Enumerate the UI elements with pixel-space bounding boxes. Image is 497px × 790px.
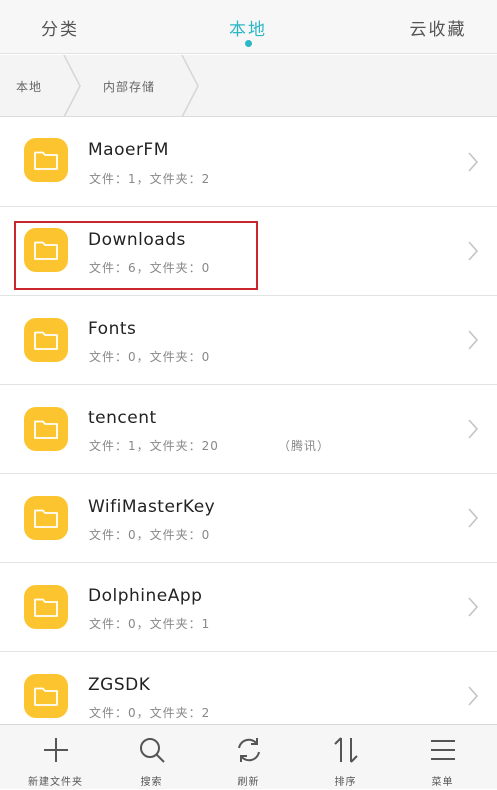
menu-button[interactable]: 菜单: [393, 725, 492, 790]
folder-meta: 文件：0，文件夹：1: [89, 617, 211, 631]
sort-icon: [334, 737, 358, 763]
folder-row[interactable]: Downloads 文件：6，文件夹：0: [0, 207, 497, 296]
refresh-icon: [238, 738, 260, 762]
folder-icon: [24, 138, 68, 182]
folder-meta: 文件：6，文件夹：0: [89, 261, 211, 275]
folder-row[interactable]: MaoerFM 文件：1，文件夹：2: [0, 118, 497, 207]
folder-name: DolphineApp: [88, 586, 203, 606]
folder-icon: [24, 674, 68, 718]
folder-row[interactable]: DolphineApp 文件：0，文件夹：1: [0, 563, 497, 652]
breadcrumb-item-local[interactable]: 本地: [16, 55, 42, 117]
breadcrumb-item-internal-storage[interactable]: 内部存储: [103, 55, 155, 117]
folder-icon: [24, 228, 68, 272]
menu-label: 菜单: [431, 777, 454, 788]
folder-name: Downloads: [88, 230, 186, 250]
chevron-right-icon: [468, 508, 479, 528]
folder-name: Fonts: [88, 319, 137, 339]
folder-icon: [24, 585, 68, 629]
chevron-right-icon: [468, 419, 479, 439]
tab-cloud-favorites[interactable]: 云收藏: [398, 0, 478, 54]
folder-name: MaoerFM: [88, 140, 169, 160]
folder-row[interactable]: WifiMasterKey 文件：0，文件夹：0: [0, 474, 497, 563]
active-tab-indicator: [245, 40, 252, 47]
breadcrumb: 本地 内部存储: [0, 55, 497, 117]
folder-note: （腾讯）: [278, 439, 331, 453]
sort-button[interactable]: 排序: [296, 725, 395, 790]
folder-name: tencent: [88, 408, 157, 428]
folder-row[interactable]: Fonts 文件：0，文件夹：0: [0, 296, 497, 385]
folder-icon: [24, 496, 68, 540]
top-tab-bar: 分类 本地 云收藏: [0, 0, 497, 54]
search-button[interactable]: 搜索: [102, 725, 201, 790]
plus-icon: [44, 738, 68, 762]
folder-meta: 文件：0，文件夹：2: [89, 706, 211, 720]
chevron-right-icon: [468, 330, 479, 350]
folder-meta: 文件：0，文件夹：0: [89, 350, 211, 364]
tab-categories[interactable]: 分类: [20, 0, 100, 54]
folder-meta: 文件：0，文件夹：0: [89, 528, 211, 542]
refresh-label: 刷新: [237, 777, 260, 788]
new-folder-button[interactable]: 新建文件夹: [6, 725, 105, 790]
folder-icon: [24, 318, 68, 362]
bottom-toolbar: 新建文件夹 搜索 刷新 排序 菜单: [0, 724, 497, 789]
breadcrumb-separator-icon: [181, 55, 199, 117]
folder-icon: [24, 407, 68, 451]
chevron-right-icon: [468, 597, 479, 617]
chevron-right-icon: [468, 686, 479, 706]
search-icon: [140, 738, 165, 763]
chevron-right-icon: [468, 241, 479, 261]
folder-meta: 文件：1，文件夹：2: [89, 172, 211, 186]
refresh-button[interactable]: 刷新: [199, 725, 298, 790]
folder-name: WifiMasterKey: [88, 497, 216, 517]
folder-meta: 文件：1，文件夹：20: [89, 439, 219, 453]
folder-row[interactable]: tencent 文件：1，文件夹：20 （腾讯）: [0, 385, 497, 474]
breadcrumb-separator-icon: [63, 55, 81, 117]
search-label: 搜索: [140, 777, 163, 788]
chevron-right-icon: [468, 152, 479, 172]
menu-icon: [431, 740, 455, 760]
sort-label: 排序: [334, 777, 357, 788]
folder-name: ZGSDK: [88, 675, 151, 695]
new-folder-label: 新建文件夹: [28, 777, 83, 788]
